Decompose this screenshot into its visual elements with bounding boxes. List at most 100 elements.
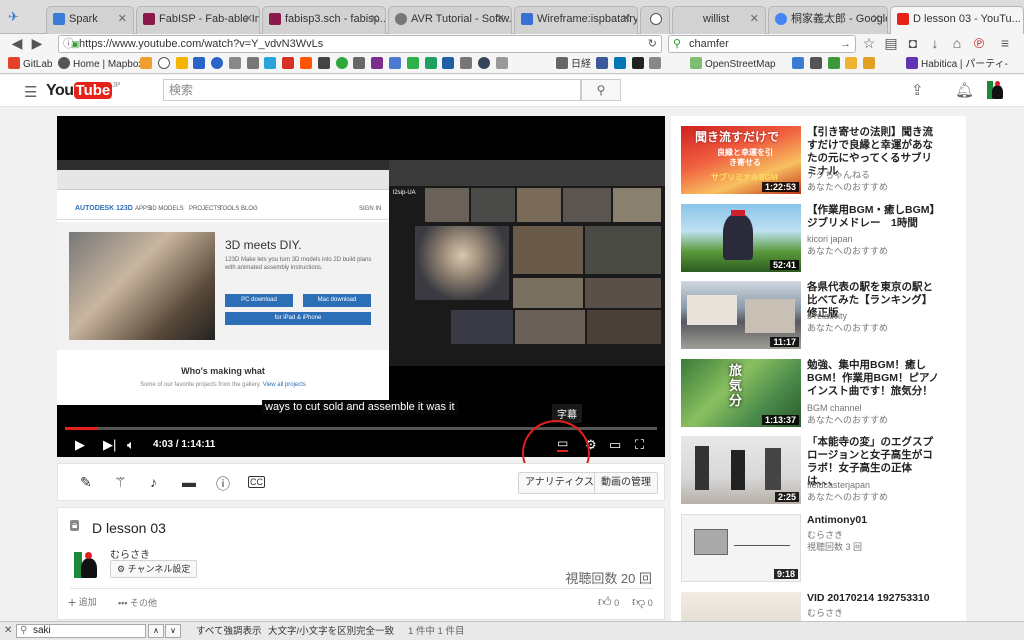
end-screen-icon[interactable]: ▬ — [182, 474, 196, 490]
audio-music-icon[interactable]: ♪ — [150, 474, 157, 490]
close-tab-icon[interactable]: ✕ — [496, 7, 505, 31]
tilde-icon[interactable] — [317, 57, 330, 69]
fullscreen-icon[interactable]: ⛶ — [635, 436, 644, 454]
pinterest-icon[interactable]: ℗ — [970, 34, 988, 52]
notifications-bell-icon[interactable]: 🔔︎ — [955, 81, 974, 99]
related-video-item[interactable]: 52:41 【作業用BGM・癒しBGM】ジブリメドレー 1時間 kicori j… — [681, 204, 966, 274]
u-icon[interactable] — [424, 57, 437, 69]
youtube-logo[interactable]: You Tube JP — [46, 82, 120, 102]
captions-cc-icon[interactable]: CC — [248, 476, 265, 488]
upload-icon[interactable]: ⇪ — [911, 81, 924, 99]
video-title[interactable]: VID 20170214 192753310 — [807, 592, 941, 605]
video-title[interactable]: 【作業用BGM・癒しBGM】ジブリメドレー 1時間 — [807, 204, 941, 230]
channel-avatar[interactable] — [72, 548, 100, 580]
tab-spark[interactable]: Spark ✕ — [46, 6, 134, 34]
green-square-icon[interactable] — [827, 57, 840, 69]
tumblr-icon[interactable] — [477, 57, 490, 69]
trello-icon[interactable] — [371, 57, 384, 69]
close-tab-icon[interactable]: ✕ — [118, 7, 127, 31]
eye-icon[interactable] — [809, 57, 822, 69]
sun-icon[interactable] — [845, 57, 858, 69]
video-thumbnail[interactable]: 9:18 — [681, 514, 801, 582]
close-tab-icon[interactable]: ✕ — [750, 7, 759, 31]
video-channel[interactable]: s relativity — [807, 311, 957, 322]
tab-wireframe[interactable]: Wireframe:ispbatafry... ✕ — [514, 6, 638, 34]
crown-icon[interactable] — [863, 57, 876, 69]
related-video-item[interactable]: 11:17 各県代表の駅を東京の駅と比べてみた【ランキング】 修正版 s rel… — [681, 281, 966, 351]
tab-blank[interactable] — [640, 6, 670, 34]
video-channel[interactable]: fieldcasterjapan — [807, 480, 957, 491]
channel-name[interactable]: むらさき — [110, 546, 150, 561]
green-icon[interactable] — [335, 57, 348, 69]
video-thumbnail[interactable]: 11:17 — [681, 281, 801, 349]
tab-youtube-active[interactable]: D lesson 03 - YouTu... — [890, 6, 1024, 34]
info-cards-icon[interactable]: ⓘ — [216, 474, 230, 494]
bookmark-mapbox[interactable]: Home | Mapbox — [58, 57, 143, 71]
bookmark-osm[interactable]: OpenStreetMap — [690, 57, 776, 71]
search-bookmark-icon[interactable] — [211, 57, 224, 69]
bookmark-gray-icon[interactable] — [495, 57, 508, 69]
video-channel[interactable]: むらさき — [807, 608, 957, 619]
firefox-menu-icon[interactable]: ✈ — [8, 9, 24, 24]
video-channel[interactable]: むらさき — [807, 530, 957, 541]
linkedin-icon[interactable] — [613, 57, 626, 69]
close-tab-icon[interactable]: ✕ — [622, 7, 631, 31]
download-bookmark-icon[interactable] — [140, 57, 152, 69]
back-icon[interactable]: ◀ — [8, 34, 26, 52]
related-video-item[interactable]: 2:25 「本能寺の変」のエグスプロージョンと女子高生がコラボ！女子高生の正体は… — [681, 436, 966, 506]
guide-menu-icon[interactable]: ☰ — [24, 83, 37, 101]
close-tab-icon[interactable]: ✕ — [370, 7, 379, 31]
match-case-toggle[interactable]: 大文字/小文字を区別 — [268, 625, 356, 638]
more-button[interactable]: ••• その他 — [118, 596, 157, 609]
url-bar[interactable]: ⓘ ▣ https://www.youtube.com/watch?v=Y_vd… — [58, 35, 662, 53]
close-tab-icon[interactable]: ✕ — [872, 7, 881, 31]
forward-icon[interactable]: ▶ — [28, 34, 46, 52]
c-icon[interactable] — [264, 57, 277, 69]
tab-fabisp[interactable]: FabISP - Fab-able In... ✕ — [136, 6, 260, 34]
star-icon[interactable]: ☆ — [860, 34, 878, 52]
play-icon[interactable]: ▶ — [75, 436, 85, 454]
video-thumbnail[interactable]: 聞き流すだけで 良縁と幸運を引き寄せる サブリミナルBGM 1:22:53 — [681, 126, 801, 194]
menu-icon[interactable]: ≡ — [996, 34, 1014, 52]
close-tab-icon[interactable]: ✕ — [244, 7, 253, 31]
soundcloud-icon[interactable] — [300, 57, 313, 69]
bookmark-gitlab[interactable]: GitLab — [8, 57, 52, 71]
tab-avr-tutorial[interactable]: AVR Tutorial - Softw... ✕ — [388, 6, 512, 34]
related-video-item[interactable]: 旅気分 1:13:37 勉強、集中用BGM！癒しBGM！作業用BGM！ピアノイン… — [681, 359, 966, 429]
whole-words-toggle[interactable]: 完全一致 — [356, 625, 394, 638]
video-thumbnail[interactable]: 52:41 — [681, 204, 801, 272]
dislike-button[interactable]: 👎︎ 0 — [632, 594, 653, 610]
find-next-icon[interactable]: ∨ — [165, 624, 181, 638]
video-title[interactable]: 勉強、集中用BGM！癒しBGM！作業用BGM！ピアノインスト曲です！旅気分！ — [807, 359, 941, 398]
bookmark-habitica[interactable]: Habitica | パーティ- — [906, 57, 1008, 71]
feedly-icon[interactable] — [406, 57, 419, 69]
search-go-icon[interactable]: → — [840, 36, 851, 52]
video-title[interactable]: Antimony01 — [807, 514, 941, 527]
bi-icon[interactable] — [792, 57, 804, 69]
find-previous-icon[interactable]: ∧ — [148, 624, 164, 638]
video-channel[interactable]: BGM channel — [807, 403, 957, 414]
video-thumbnail[interactable]: 旅気分 1:13:37 — [681, 359, 801, 427]
video-manager-button[interactable]: 動画の管理 — [594, 472, 658, 494]
related-video-item[interactable]: 9:18 Antimony01 むらさき 視聴回数 3 回 — [681, 514, 966, 584]
youtube-search-input[interactable]: 検索 — [163, 79, 581, 101]
y-icon[interactable] — [460, 57, 473, 69]
bookmark-nikkei[interactable]: 日経 — [556, 57, 591, 71]
enhancements-wand-icon[interactable]: ⚚ — [114, 474, 127, 491]
edit-pencil-icon[interactable]: ✎ — [80, 474, 92, 491]
find-input[interactable]: ⚲ saki — [16, 624, 146, 638]
search-engine-icon[interactable]: ⚲ — [673, 36, 681, 52]
tab-google[interactable]: 桐家義太郎 - Google ...✕ — [768, 6, 888, 34]
search-field[interactable]: ⚲ chamfer → — [668, 35, 856, 53]
avatar[interactable] — [984, 79, 1004, 101]
youtube-search-button[interactable]: ⚲ — [581, 79, 621, 101]
plugin-icon[interactable] — [649, 57, 662, 69]
video-channel[interactable]: ナグちゃんねる — [807, 170, 957, 181]
add-to-button[interactable]: + 追加 — [68, 594, 97, 610]
related-video-item[interactable]: 聞き流すだけで 良縁と幸運を引き寄せる サブリミナルBGM 1:22:53 【引… — [681, 126, 966, 196]
mail-icon[interactable] — [353, 57, 366, 69]
analytics-button[interactable]: アナリティクス — [518, 472, 601, 494]
calendar-icon[interactable] — [388, 57, 401, 69]
amazon-icon[interactable] — [631, 57, 644, 69]
next-icon[interactable]: ▶| — [103, 436, 116, 454]
